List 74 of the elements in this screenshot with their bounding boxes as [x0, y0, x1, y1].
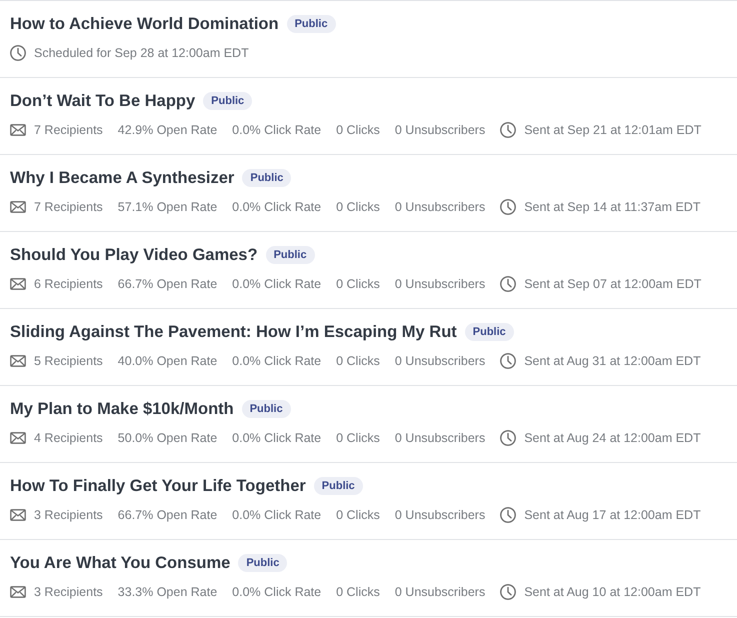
post-title[interactable]: Should You Play Video Games?: [10, 243, 258, 267]
open-rate: 66.7% Open Rate: [118, 507, 218, 524]
unsubscribers-count: 0 Unsubscribers: [394, 430, 486, 447]
clicks-count: 0 Clicks: [336, 353, 380, 370]
send-time: Sent at Aug 31 at 12:00am EDT: [524, 353, 701, 370]
send-time: Sent at Aug 17 at 12:00am EDT: [524, 507, 701, 524]
visibility-badge: Public: [238, 554, 288, 572]
unsubscribers-count: 0 Unsubscribers: [394, 199, 486, 216]
visibility-badge: Public: [242, 169, 292, 187]
send-time: Sent at Sep 21 at 12:01am EDT: [524, 122, 702, 139]
click-rate: 0.0% Click Rate: [232, 430, 322, 447]
click-rate: 0.0% Click Rate: [232, 584, 322, 601]
post-title[interactable]: Why I Became A Synthesizer: [10, 166, 234, 190]
open-rate: 57.1% Open Rate: [118, 199, 218, 216]
envelope-icon: [10, 432, 26, 444]
click-rate: 0.0% Click Rate: [232, 276, 322, 293]
recipients-count: 7 Recipients: [34, 199, 103, 216]
envelope-icon: [10, 509, 26, 521]
recipients-count: 5 Recipients: [34, 353, 103, 370]
send-time: Sent at Aug 24 at 12:00am EDT: [524, 430, 701, 447]
click-rate: 0.0% Click Rate: [232, 122, 322, 139]
clock-icon: [500, 430, 516, 446]
clock-icon: [500, 199, 516, 215]
envelope-icon: [10, 278, 26, 290]
clock-icon: [500, 122, 516, 138]
open-rate: 66.7% Open Rate: [118, 276, 218, 293]
recipients-count: 3 Recipients: [34, 584, 103, 601]
click-rate: 0.0% Click Rate: [232, 507, 322, 524]
visibility-badge: Public: [203, 92, 252, 110]
clicks-count: 0 Clicks: [336, 584, 380, 601]
recipients-count: 3 Recipients: [34, 507, 103, 524]
envelope-icon: [10, 586, 26, 598]
clock-icon: [500, 353, 516, 369]
post-title[interactable]: Don’t Wait To Be Happy: [10, 89, 196, 113]
send-time: Sent at Sep 14 at 11:37am EDT: [524, 199, 700, 216]
open-rate: 33.3% Open Rate: [118, 584, 218, 601]
envelope-icon: [10, 355, 26, 367]
clicks-count: 0 Clicks: [336, 430, 380, 447]
clicks-count: 0 Clicks: [336, 199, 380, 216]
open-rate: 40.0% Open Rate: [118, 353, 218, 370]
visibility-badge: Public: [266, 246, 315, 264]
visibility-badge: Public: [314, 477, 363, 495]
post-title[interactable]: How To Finally Get Your Life Together: [10, 474, 306, 498]
unsubscribers-count: 0 Unsubscribers: [394, 276, 486, 293]
recipients-count: 7 Recipients: [34, 122, 103, 139]
click-rate: 0.0% Click Rate: [232, 199, 322, 216]
envelope-icon: [10, 201, 26, 213]
post-title[interactable]: Sliding Against The Pavement: How I’m Escaping My Rut: [10, 320, 457, 344]
post-title[interactable]: How to Achieve World Domination: [10, 12, 279, 36]
post-title[interactable]: My Plan to Make $10k/Month: [10, 397, 234, 421]
send-time: Sent at Sep 07 at 12:00am EDT: [524, 276, 702, 293]
recipients-count: 4 Recipients: [34, 430, 103, 447]
recipients-count: 6 Recipients: [34, 276, 103, 293]
envelope-icon: [10, 124, 26, 136]
clock-icon: [500, 276, 516, 292]
clicks-count: 0 Clicks: [336, 122, 380, 139]
unsubscribers-count: 0 Unsubscribers: [394, 122, 486, 139]
click-rate: 0.0% Click Rate: [232, 353, 322, 370]
clicks-count: 0 Clicks: [336, 507, 380, 524]
visibility-badge: Public: [242, 400, 291, 418]
clicks-count: 0 Clicks: [336, 276, 380, 293]
clock-icon: [500, 584, 516, 600]
unsubscribers-count: 0 Unsubscribers: [394, 584, 486, 601]
unsubscribers-count: 0 Unsubscribers: [394, 353, 486, 370]
send-time: Sent at Aug 10 at 12:00am EDT: [524, 584, 701, 601]
visibility-badge: Public: [464, 323, 514, 341]
post-title[interactable]: You Are What You Consume: [10, 551, 230, 575]
send-time: Scheduled for Sep 28 at 12:00am EDT: [34, 45, 249, 62]
open-rate: 50.0% Open Rate: [118, 430, 218, 447]
clock-icon: [500, 507, 516, 523]
unsubscribers-count: 0 Unsubscribers: [394, 507, 486, 524]
visibility-badge: Public: [286, 15, 336, 33]
clock-icon: [10, 45, 26, 61]
open-rate: 42.9% Open Rate: [118, 122, 218, 139]
